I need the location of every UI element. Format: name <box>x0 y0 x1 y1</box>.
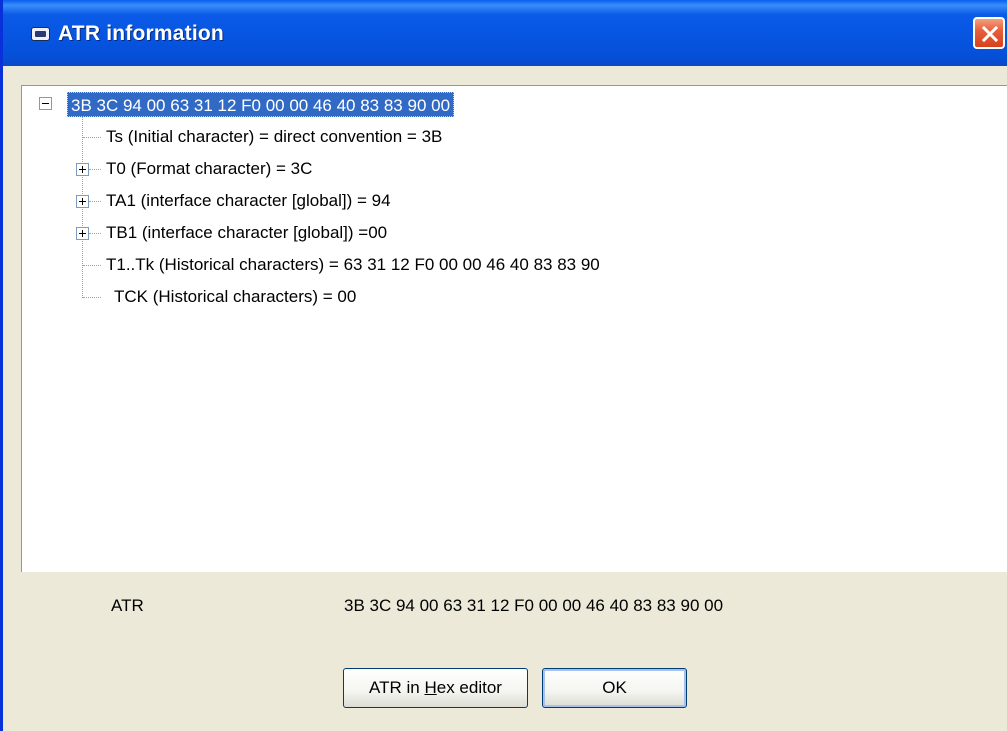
tree-connector <box>83 137 101 138</box>
expand-icon[interactable] <box>76 227 89 240</box>
tree-item-t0[interactable]: T0 (Format character) = 3C <box>106 157 312 181</box>
title-bar[interactable]: ATR information <box>3 0 1007 66</box>
tree-connector <box>89 201 101 202</box>
expand-icon[interactable] <box>76 163 89 176</box>
atr-hex-editor-button[interactable]: ATR in Hex editor <box>343 668 528 708</box>
smart-card-icon <box>31 27 50 41</box>
tree-connector <box>83 297 101 298</box>
atr-value: 3B 3C 94 00 63 31 12 F0 00 00 46 40 83 8… <box>344 596 724 615</box>
tree-root-atr[interactable]: 3B 3C 94 00 63 31 12 F0 00 00 46 40 83 8… <box>67 92 455 117</box>
hex-editor-label-mnemonic: H <box>424 678 437 697</box>
tree-item-ta1[interactable]: TA1 (interface character [global]) = 94 <box>106 189 391 213</box>
ok-label: OK <box>602 678 627 697</box>
atr-caption: ATR <box>111 596 144 615</box>
close-button[interactable] <box>973 17 1005 49</box>
close-icon <box>981 25 999 43</box>
window-title: ATR information <box>58 22 224 45</box>
ok-button[interactable]: OK <box>542 668 687 708</box>
hex-editor-label-suffix: ex editor <box>436 678 502 697</box>
expand-icon[interactable] <box>76 195 89 208</box>
collapse-icon[interactable] <box>39 97 52 110</box>
tree-connector <box>89 233 101 234</box>
tree-item-ts[interactable]: Ts (Initial character) = direct conventi… <box>106 125 442 149</box>
tree-connector <box>83 265 101 266</box>
tree-connector <box>89 169 101 170</box>
tree-item-historical[interactable]: T1..Tk (Historical characters) = 63 31 1… <box>106 253 600 277</box>
atr-information-dialog: ATR information 3B 3C 94 00 63 31 12 F0 … <box>0 0 1007 731</box>
tree-item-tck[interactable]: TCK (Historical characters) = 00 <box>114 285 356 309</box>
tree-item-tb1[interactable]: TB1 (interface character [global]) =00 <box>106 221 387 245</box>
hex-editor-label-prefix: ATR in <box>369 678 425 697</box>
